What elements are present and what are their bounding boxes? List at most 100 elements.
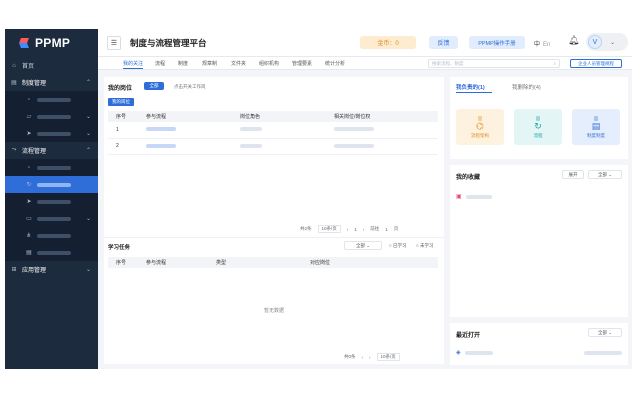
- favorites-mode-button[interactable]: 展开: [562, 170, 584, 179]
- flow-icon: ⤳: [11, 147, 17, 153]
- page-number[interactable]: 1: [354, 227, 357, 232]
- table-row[interactable]: 2: [108, 138, 438, 155]
- blurred-cell: [232, 122, 326, 139]
- list-item[interactable]: ▣: [456, 193, 492, 200]
- column-header: 参与流程: [138, 111, 232, 122]
- recent-title: 最近打开: [456, 333, 481, 339]
- tab-folder[interactable]: 文件夹: [231, 60, 246, 67]
- recent-filter-value: 全部: [597, 330, 607, 335]
- document-icon: ▤: [591, 121, 601, 131]
- sidebar-item-system-mgmt[interactable]: ▤ 制度管理 ⌃: [5, 74, 98, 91]
- chevron-down-icon: ⌄: [85, 267, 91, 273]
- next-page-icon[interactable]: ›: [369, 355, 371, 360]
- chevron-down-icon: ⌄: [85, 216, 91, 222]
- chevron-up-icon: ⌃: [85, 80, 91, 86]
- learned-label: 已学习: [392, 243, 407, 248]
- tasks-title: 学习任务: [108, 245, 131, 251]
- tasks-filter-value: 全部: [355, 243, 365, 248]
- coin-button[interactable]: 金币：0: [360, 36, 416, 49]
- blurred-cell[interactable]: [138, 122, 232, 139]
- add-button[interactable]: 企业人员管理规程: [570, 59, 622, 68]
- page-size-select[interactable]: 10条/页: [376, 353, 400, 361]
- sidebar-subitem[interactable]: ▭ ⌄: [5, 210, 98, 227]
- column-header: 对应岗位: [302, 257, 438, 268]
- positions-all-badge[interactable]: 全部: [144, 82, 164, 90]
- tab-indicator: [456, 92, 492, 93]
- tab-elements[interactable]: 管理要素: [292, 60, 312, 67]
- tab-following[interactable]: 我的关注: [123, 60, 144, 69]
- blurred-count: [536, 116, 540, 121]
- positions-table: 序号 参与流程 岗位角色 相关岗位/岗位权 1 2: [108, 111, 438, 155]
- hierarchy-icon: ⌬: [476, 121, 484, 131]
- cycle-icon: ↻: [26, 182, 32, 188]
- lang-zh[interactable]: 中: [534, 42, 540, 48]
- file-icon: ▣: [456, 194, 462, 200]
- user-menu[interactable]: V ⌄: [586, 33, 628, 51]
- page-input[interactable]: 1: [385, 227, 388, 232]
- tasks-filter-select[interactable]: 全部 ⌄: [344, 241, 382, 250]
- sidebar-subitem[interactable]: ➤ ⌄: [5, 125, 98, 142]
- menu-icon: ☰: [110, 39, 118, 47]
- blurred-cell: [232, 138, 326, 155]
- sidebar-subitem[interactable]: ▫: [5, 91, 98, 108]
- list-item[interactable]: ◈: [456, 349, 622, 356]
- tab-rules[interactable]: 规章制: [202, 60, 217, 67]
- sidebar-subitem[interactable]: ▤: [5, 244, 98, 261]
- card-process[interactable]: ↻ 流程: [514, 109, 562, 145]
- search-icon[interactable]: ⌕: [553, 60, 556, 67]
- sidebar-item-app-mgmt[interactable]: ⊞ 应用管理 ⌄: [5, 261, 98, 278]
- positions-pager: 共2条 10条/页 ‹ 1 › 前往 1 页: [300, 225, 398, 233]
- tab-responsible[interactable]: 我负责的(1): [456, 83, 485, 91]
- chevron-down-icon: ⌄: [85, 131, 91, 137]
- sidebar-subitem[interactable]: ⋔: [5, 227, 98, 244]
- app-name: PPMP: [35, 36, 71, 50]
- tab-org[interactable]: 组织机构: [259, 60, 279, 67]
- table-row[interactable]: 1: [108, 122, 438, 139]
- bell-icon[interactable]: 🔔︎: [568, 35, 579, 46]
- table-header-row: 序号 参与流程 类型 对应岗位: [108, 257, 438, 268]
- manual-button[interactable]: PPMP操作手册: [469, 36, 525, 49]
- file-icon: ▫: [27, 96, 31, 103]
- menu-toggle-button[interactable]: ☰: [107, 35, 121, 50]
- page-size-select[interactable]: 10条/页: [317, 225, 341, 233]
- language-switch[interactable]: 中 En: [534, 39, 550, 48]
- prev-page-icon[interactable]: ‹: [362, 355, 364, 360]
- search-input[interactable]: 搜索流程、制度 ⌕: [428, 59, 560, 68]
- blurred-cell[interactable]: [138, 138, 232, 155]
- chevron-up-icon: ⌃: [85, 148, 91, 154]
- tab-system[interactable]: 制度: [178, 60, 188, 67]
- tab-statistics[interactable]: 统计分析: [325, 60, 345, 67]
- blurred-label: [37, 114, 71, 119]
- send-icon: ➤: [26, 199, 32, 205]
- blurred-label: [37, 182, 71, 187]
- sidebar-item-process-mgmt[interactable]: ⤳ 流程管理 ⌃: [5, 142, 98, 159]
- sidebar-item-label: 制度管理: [22, 81, 47, 87]
- sidebar-subitem-active[interactable]: ↻: [5, 176, 98, 193]
- blurred-label: [37, 165, 71, 170]
- org-icon: ⋔: [26, 233, 32, 239]
- document-icon: ▤: [11, 80, 17, 86]
- card-process-architecture[interactable]: ⌬ 流程架构: [456, 109, 504, 145]
- learned-toggle[interactable]: ○ 已学习: [389, 243, 406, 249]
- sidebar-item-home[interactable]: ⌂ 首页: [5, 57, 98, 74]
- sidebar-subitem[interactable]: ▫: [5, 159, 98, 176]
- not-learned-label: 未学习: [419, 243, 434, 248]
- not-learned-toggle[interactable]: ○ 未学习: [416, 243, 433, 249]
- sidebar-subitem[interactable]: ▱ ⌄: [5, 108, 98, 125]
- tasks-table: 序号 参与流程 类型 对应岗位: [108, 257, 438, 268]
- lang-en[interactable]: En: [543, 42, 550, 48]
- search-placeholder: 搜索流程、制度: [432, 61, 464, 66]
- sidebar-subitem[interactable]: ➤: [5, 193, 98, 210]
- blurred-label: [464, 350, 493, 355]
- next-page-icon[interactable]: ›: [363, 227, 365, 232]
- favorites-filter-select[interactable]: 全部 ⌄: [588, 170, 622, 179]
- tab-deleted[interactable]: 我删除的(4): [512, 83, 541, 91]
- switch-position-link[interactable]: 点击开关工作岗: [174, 84, 206, 90]
- feedback-button[interactable]: 反馈: [429, 36, 458, 49]
- recent-filter-select[interactable]: 全部 ⌄: [588, 328, 622, 337]
- logo[interactable]: PPMP: [5, 29, 98, 57]
- page-unit: 页: [393, 226, 399, 231]
- tab-process[interactable]: 流程: [155, 60, 165, 67]
- prev-page-icon[interactable]: ‹: [347, 227, 349, 232]
- card-system[interactable]: ▤ 制度制度: [572, 109, 620, 145]
